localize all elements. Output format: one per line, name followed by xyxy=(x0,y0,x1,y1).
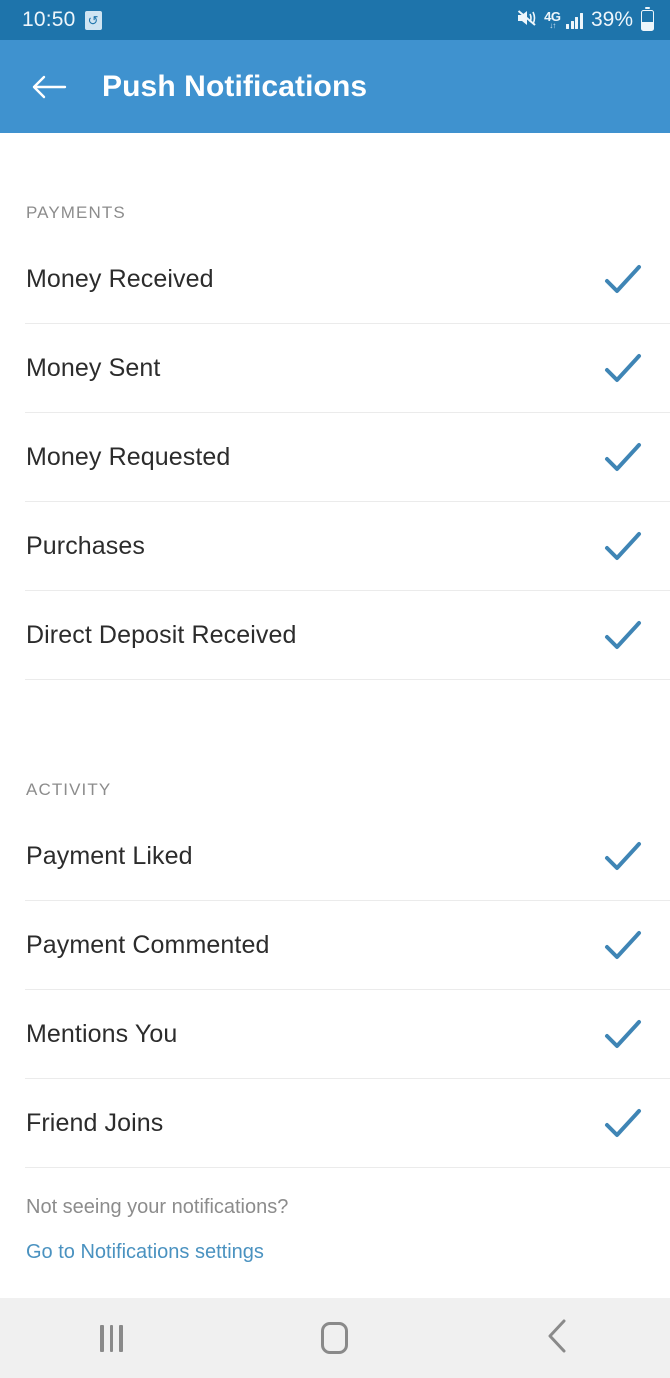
footer-note: Not seeing your notifications? xyxy=(26,1196,289,1218)
row-money-sent[interactable]: Money Sent xyxy=(0,324,670,413)
checkmark-icon[interactable] xyxy=(600,1101,646,1147)
section-header-activity: ACTIVITY xyxy=(26,780,112,799)
row-label: Friend Joins xyxy=(26,1109,164,1137)
section-header-payments: PAYMENTS xyxy=(26,203,126,222)
notifications-settings-link[interactable]: Go to Notifications settings xyxy=(26,1241,670,1264)
recents-icon xyxy=(100,1324,123,1352)
row-label: Payment Commented xyxy=(26,931,270,959)
back-button[interactable] xyxy=(498,1298,618,1378)
checkmark-icon[interactable] xyxy=(600,1012,646,1058)
back-arrow-icon[interactable] xyxy=(28,66,70,108)
battery-percent: 39% xyxy=(590,8,633,31)
status-bar-right: 4G ↓↑ 39% xyxy=(516,6,654,33)
back-chevron-icon xyxy=(545,1318,571,1359)
row-label: Payment Liked xyxy=(26,842,193,870)
status-bar-left: 10:50 ↺ xyxy=(22,8,102,32)
checkmark-icon[interactable] xyxy=(600,613,646,659)
mute-vibrate-icon xyxy=(516,8,538,33)
page-title: Push Notifications xyxy=(102,69,368,103)
checkmark-icon[interactable] xyxy=(600,524,646,570)
footer-block: Not seeing your notifications? Go to Not… xyxy=(0,1168,670,1264)
home-icon xyxy=(321,1322,349,1354)
row-direct-deposit-received[interactable]: Direct Deposit Received xyxy=(0,591,670,680)
checkmark-icon[interactable] xyxy=(600,834,646,880)
recents-button[interactable] xyxy=(52,1298,172,1378)
network-arrows: ↓↑ xyxy=(549,21,556,30)
app-bar: Push Notifications xyxy=(0,40,670,133)
row-mentions-you[interactable]: Mentions You xyxy=(0,990,670,1079)
battery-icon xyxy=(641,6,654,31)
row-label: Direct Deposit Received xyxy=(26,621,297,649)
system-nav-bar xyxy=(0,1298,670,1378)
row-payment-commented[interactable]: Payment Commented xyxy=(0,901,670,990)
network-type-icon: 4G ↓↑ xyxy=(544,10,561,30)
row-label: Mentions You xyxy=(26,1020,178,1048)
status-time: 10:50 xyxy=(22,8,76,31)
settings-list: PAYMENTS Money Received Money Sent Money… xyxy=(0,133,670,1298)
row-friend-joins[interactable]: Friend Joins xyxy=(0,1079,670,1168)
status-bar: 10:50 ↺ 4G ↓↑ 39% xyxy=(0,0,670,40)
home-button[interactable] xyxy=(275,1298,395,1378)
row-label: Purchases xyxy=(26,532,146,560)
checkmark-icon[interactable] xyxy=(600,346,646,392)
checkmark-icon[interactable] xyxy=(600,257,646,303)
row-money-received[interactable]: Money Received xyxy=(0,235,670,324)
alarm-icon: ↺ xyxy=(84,10,102,30)
row-purchases[interactable]: Purchases xyxy=(0,502,670,591)
row-label: Money Requested xyxy=(26,443,231,471)
phone-screen: 10:50 ↺ 4G ↓↑ 39% Push Notifications PAY… xyxy=(0,0,670,1378)
row-label: Money Sent xyxy=(26,354,161,382)
row-payment-liked[interactable]: Payment Liked xyxy=(0,812,670,901)
checkmark-icon[interactable] xyxy=(600,435,646,481)
row-money-requested[interactable]: Money Requested xyxy=(0,413,670,502)
checkmark-icon[interactable] xyxy=(600,923,646,969)
signal-bars-icon xyxy=(566,12,583,29)
row-label: Money Received xyxy=(26,265,214,293)
